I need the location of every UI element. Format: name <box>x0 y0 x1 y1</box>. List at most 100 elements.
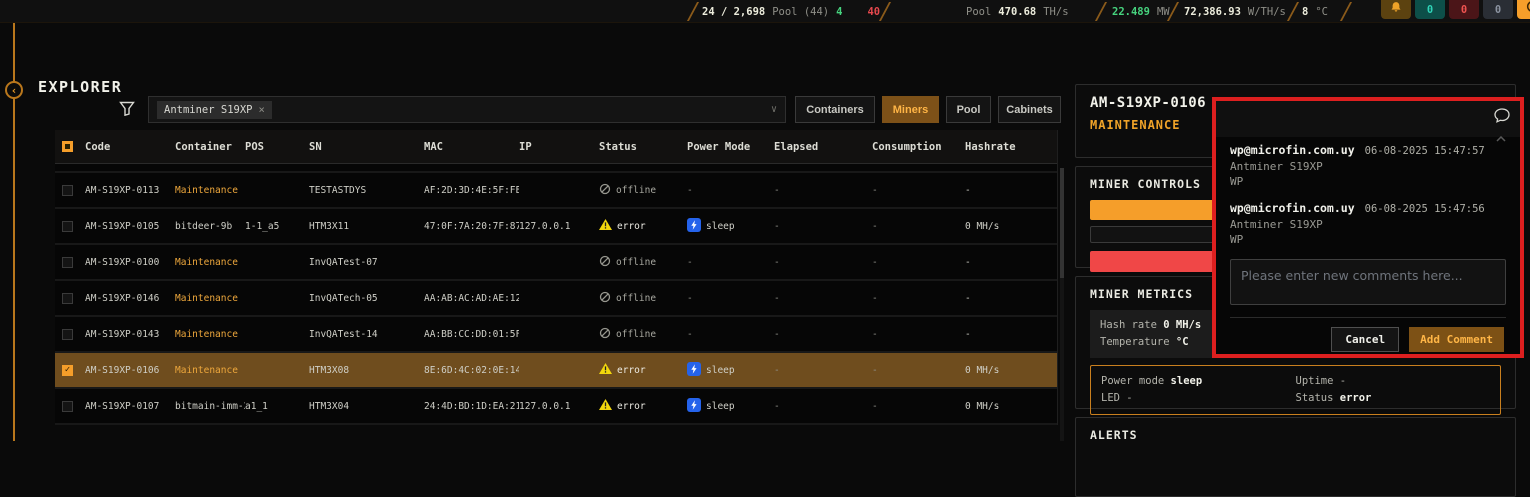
cell-consumption: - <box>872 209 965 243</box>
chevron-up-icon[interactable] <box>1496 127 1506 146</box>
row-checkbox[interactable] <box>55 281 85 315</box>
power-stat: 22.489 MW <box>1112 0 1170 23</box>
select-all-checkbox[interactable] <box>55 130 85 163</box>
filter-tag-label: Antminer S19XP <box>164 104 253 116</box>
column-header[interactable]: POS <box>245 130 309 163</box>
cancel-button[interactable]: Cancel <box>1331 327 1399 352</box>
table-row[interactable]: AM-S19XP-0143MaintenanceInvQATest-14AA:B… <box>55 317 1057 353</box>
comment-body: WP <box>1230 233 1506 246</box>
chevron-down-icon[interactable]: ∨ <box>771 104 777 115</box>
cell-sn: HTM3X04 <box>309 389 424 423</box>
gray-count: 0 <box>1495 4 1501 16</box>
row-checkbox[interactable] <box>55 389 85 423</box>
cell-code: AM-S19XP-0113 <box>85 173 175 207</box>
cell-sn: InvQATest-14 <box>309 317 424 351</box>
table-header-row: CodeContainerPOSSNMACIPStatusPower ModeE… <box>55 130 1057 164</box>
cell-hashrate: - <box>965 317 1057 351</box>
cell-pos: 1-1_a5 <box>245 209 309 243</box>
sleep-mode-icon <box>687 398 701 415</box>
cell-consumption: - <box>872 173 965 207</box>
cell-code: AM-S19XP-0105 <box>85 209 175 243</box>
comment-bubble-icon[interactable] <box>1494 108 1510 127</box>
cell-status: error <box>599 209 687 243</box>
row-checkbox[interactable] <box>55 317 85 351</box>
remove-tag-icon[interactable]: × <box>259 104 265 116</box>
row-checkbox[interactable] <box>55 245 85 279</box>
efficiency-value: 72,386.93 <box>1184 6 1241 18</box>
column-header[interactable]: Code <box>85 130 175 163</box>
scrollbar-thumb[interactable] <box>1060 168 1064 278</box>
table-scrollbar[interactable] <box>1060 168 1064 441</box>
cell-sn: HTM3X11 <box>309 209 424 243</box>
new-comment-input[interactable] <box>1230 259 1506 305</box>
warning-icon <box>599 399 612 413</box>
dismiss-all-button[interactable] <box>1517 0 1530 19</box>
filter-input[interactable]: Antminer S19XP × ∨ <box>148 96 786 123</box>
collapse-panel-button[interactable]: ‹ <box>5 81 23 99</box>
column-header[interactable]: SN <box>309 130 424 163</box>
cell-power-mode: - <box>687 173 774 207</box>
row-checkbox[interactable] <box>55 209 85 243</box>
uptime-line: Uptime - <box>1296 373 1491 390</box>
column-header[interactable]: Consumption <box>872 130 965 163</box>
cell-code: AM-S19XP-0143 <box>85 317 175 351</box>
cell-power-mode: - <box>687 281 774 315</box>
comment-subject: Antminer S19XP <box>1230 160 1506 173</box>
efficiency-stat: 72,386.93 W/TH/s <box>1184 0 1286 23</box>
miner-ratio: 24 / 2,698 <box>702 6 765 18</box>
column-header[interactable]: IP <box>519 130 599 163</box>
cell-mac: 47:0F:7A:20:7F:87 <box>424 209 519 243</box>
cell-code: AM-S19XP-0100 <box>85 245 175 279</box>
alerts-card: ALERTS <box>1075 417 1516 497</box>
cell-mac: 8E:6D:4C:02:0E:14 <box>424 353 519 387</box>
gray-counter-badge[interactable]: 0 <box>1483 0 1513 19</box>
column-header[interactable]: Container <box>175 130 245 163</box>
sleep-mode-icon <box>687 362 701 379</box>
tab-miners[interactable]: Miners <box>882 96 939 123</box>
row-checkbox[interactable]: ✓ <box>55 353 85 387</box>
comment-item: wp@microfin.com.uy 06-08-2025 15:47:57 A… <box>1230 143 1506 188</box>
row-checkbox[interactable] <box>55 173 85 207</box>
column-header[interactable]: Power Mode <box>687 130 774 163</box>
cell-code: AM-S19XP-0107 <box>85 389 175 423</box>
comments-dialog-header <box>1216 101 1520 137</box>
cell-consumption: - <box>872 245 965 279</box>
cell-container: Maintenance <box>175 245 245 279</box>
table-row[interactable]: AM-S19XP-0113MaintenanceTESTASTDYSAF:2D:… <box>55 173 1057 209</box>
table-row[interactable]: ✓AM-S19XP-0106MaintenanceHTM3X088E:6D:4C… <box>55 353 1057 389</box>
cell-elapsed: - <box>774 173 872 207</box>
offline-icon <box>599 291 611 306</box>
cell-mac <box>424 245 519 279</box>
cell-mac: AA:AB:AC:AD:AE:12 <box>424 281 519 315</box>
cell-pos <box>245 245 309 279</box>
cell-status: offline <box>599 245 687 279</box>
add-comment-button[interactable]: Add Comment <box>1409 327 1504 352</box>
column-header[interactable]: MAC <box>424 130 519 163</box>
table-row[interactable]: AM-S19XP-0107bitmain-imm-2a1_1HTM3X0424:… <box>55 389 1057 425</box>
cell-container: Maintenance <box>175 317 245 351</box>
tab-cabinets[interactable]: Cabinets <box>998 96 1061 123</box>
table-row[interactable]: AM-S19XP-0105bitdeer-9b1-1_a5HTM3X1147:0… <box>55 209 1057 245</box>
cell-sn: InvQATech-05 <box>309 281 424 315</box>
notifications-button[interactable] <box>1381 0 1411 19</box>
column-header[interactable]: Hashrate <box>965 130 1057 163</box>
column-header[interactable]: Elapsed <box>774 130 872 163</box>
cell-ip <box>519 173 599 207</box>
comments-dialog: wp@microfin.com.uy 06-08-2025 15:47:57 A… <box>1212 97 1524 358</box>
teal-counter-badge[interactable]: 0 <box>1415 0 1445 19</box>
cell-hashrate: - <box>965 281 1057 315</box>
tab-containers[interactable]: Containers <box>795 96 875 123</box>
cell-ip <box>519 317 599 351</box>
cell-status: offline <box>599 317 687 351</box>
red-counter-badge[interactable]: 0 <box>1449 0 1479 19</box>
cell-container: Maintenance <box>175 281 245 315</box>
table-row[interactable]: AM-S19XP-0100MaintenanceInvQATest-07offl… <box>55 245 1057 281</box>
cell-sn: HTM3X08 <box>309 353 424 387</box>
comments-dialog-footer: Cancel Add Comment <box>1230 317 1506 352</box>
filter-tag: Antminer S19XP × <box>157 101 272 119</box>
column-header[interactable]: Status <box>599 130 687 163</box>
table-row[interactable]: AM-S19XP-0146MaintenanceInvQATech-05AA:A… <box>55 281 1057 317</box>
table-body: AM-S19XP-0113MaintenanceTESTASTDYSAF:2D:… <box>55 173 1057 425</box>
cell-power-mode: sleep <box>687 209 774 243</box>
tab-pool[interactable]: Pool <box>946 96 991 123</box>
